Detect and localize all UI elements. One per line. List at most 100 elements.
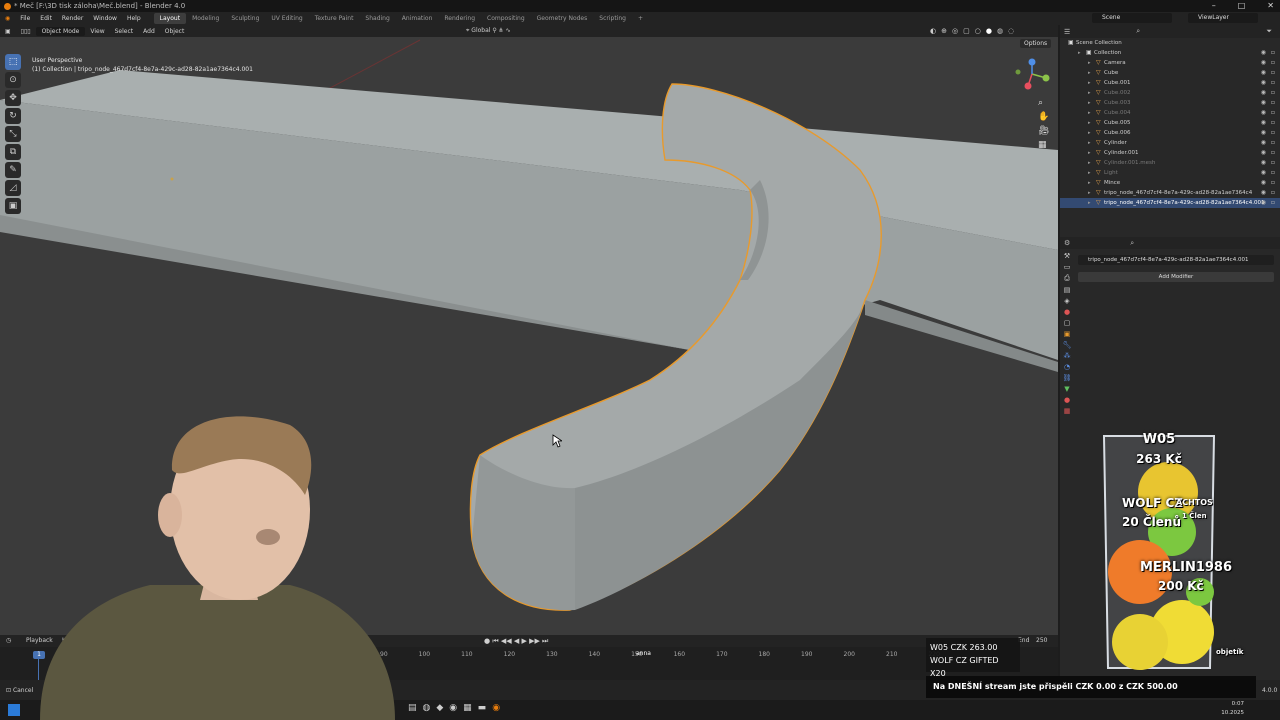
visibility-eye-icon[interactable]: ◉ bbox=[1261, 68, 1266, 78]
menu-view[interactable]: View bbox=[85, 28, 109, 35]
visibility-eye-icon[interactable]: ◉ bbox=[1261, 168, 1266, 178]
expand-arrow-icon[interactable]: ▸ bbox=[1088, 98, 1096, 108]
render-visibility-icon[interactable]: ▫ bbox=[1271, 128, 1275, 138]
transform-orientation[interactable]: ⌖ Global ⚲ ⋔ ∿ bbox=[466, 25, 511, 37]
scale-tool-icon[interactable]: ⤡ bbox=[5, 126, 21, 142]
expand-arrow-icon[interactable]: ▸ bbox=[1088, 188, 1096, 198]
outliner-item[interactable]: ▸ ▽ Mince ◉ ▫ bbox=[1060, 178, 1280, 188]
visibility-eye-icon[interactable]: ◉ bbox=[1261, 138, 1266, 148]
render-visibility-icon[interactable]: ▫ bbox=[1271, 148, 1275, 158]
select-mode-icons[interactable]: ▯▯▯ bbox=[16, 28, 36, 35]
render-visibility-icon[interactable]: ▫ bbox=[1271, 158, 1275, 168]
expand-arrow-icon[interactable]: ▸ bbox=[1088, 118, 1096, 128]
menu-add[interactable]: Add bbox=[138, 28, 160, 35]
object-tab-icon[interactable]: ▣ bbox=[1064, 330, 1071, 338]
ortho-grid-icon[interactable]: ▦ bbox=[1038, 140, 1049, 150]
expand-arrow-icon[interactable]: ▸ bbox=[1088, 58, 1096, 68]
overlay-icon[interactable]: ◎ bbox=[952, 27, 958, 35]
modifier-tab-icon[interactable]: 🔧︎ bbox=[1063, 341, 1072, 349]
filter-icon[interactable]: ⌕ bbox=[1136, 27, 1140, 36]
render-visibility-icon[interactable]: ▫ bbox=[1271, 138, 1275, 148]
expand-arrow-icon[interactable]: ▸ bbox=[1078, 48, 1086, 58]
menu-help[interactable]: Help bbox=[122, 15, 146, 22]
menu-file[interactable]: File bbox=[15, 15, 35, 22]
wireframe-shading-icon[interactable]: ○ bbox=[975, 27, 981, 35]
render-visibility-icon[interactable]: ▫ bbox=[1271, 48, 1275, 58]
material-tab-icon[interactable]: ● bbox=[1064, 396, 1070, 404]
visibility-eye-icon[interactable]: ◉ bbox=[1261, 188, 1266, 198]
app-icon[interactable]: ◍ bbox=[423, 703, 431, 713]
texture-tab-icon[interactable]: ▦ bbox=[1064, 407, 1071, 415]
zoom-icon[interactable]: ⌕ bbox=[1038, 98, 1049, 108]
constraints-tab-icon[interactable]: ⛓︎ bbox=[1063, 374, 1072, 382]
render-visibility-icon[interactable]: ▫ bbox=[1271, 58, 1275, 68]
visibility-eye-icon[interactable]: ◉ bbox=[1261, 58, 1266, 68]
add-workspace-button[interactable]: + bbox=[632, 15, 649, 22]
visibility-eye-icon[interactable]: ◉ bbox=[1261, 88, 1266, 98]
tab-texture-paint[interactable]: Texture Paint bbox=[309, 15, 360, 22]
expand-arrow-icon[interactable]: ▸ bbox=[1088, 78, 1096, 88]
outliner-item[interactable]: ▸ ▣ Collection ◉ ▫ bbox=[1060, 48, 1280, 58]
navigation-gizmo[interactable] bbox=[1010, 56, 1054, 94]
world-tab-icon[interactable]: ● bbox=[1064, 308, 1070, 316]
render-visibility-icon[interactable]: ▫ bbox=[1271, 108, 1275, 118]
scene-selector[interactable]: Scene bbox=[1092, 13, 1172, 23]
particles-tab-icon[interactable]: ⁂ bbox=[1064, 352, 1071, 360]
app-icon[interactable]: ◆ bbox=[436, 703, 443, 713]
camera-view-icon[interactable]: 🎥︎ bbox=[1038, 126, 1049, 136]
outliner-item[interactable]: ▸ ▽ Cube.006 ◉ ▫ bbox=[1060, 128, 1280, 138]
tab-uv-editing[interactable]: UV Editing bbox=[265, 15, 308, 22]
expand-arrow-icon[interactable]: ▸ bbox=[1088, 198, 1096, 208]
timeline-marker[interactable]: anna bbox=[636, 650, 651, 657]
app-icon[interactable]: ◉ bbox=[449, 703, 457, 713]
measure-tool-icon[interactable]: ◿ bbox=[5, 180, 21, 196]
outliner-root[interactable]: ▣ Scene Collection bbox=[1060, 38, 1280, 48]
scene-tab-icon[interactable]: ◈ bbox=[1064, 297, 1069, 305]
object-name-field[interactable]: tripo_node_467d7cf4-8e7a-429c-ad28-82a1a… bbox=[1078, 255, 1274, 265]
visibility-eye-icon[interactable]: ◉ bbox=[1261, 148, 1266, 158]
outliner-item[interactable]: ▸ ▽ Cube.002 ◉ ▫ bbox=[1060, 88, 1280, 98]
tool-tab-icon[interactable]: ⚒ bbox=[1064, 252, 1070, 260]
editor-type-icon[interactable]: ▣ bbox=[0, 28, 16, 35]
render-visibility-icon[interactable]: ▫ bbox=[1271, 78, 1275, 88]
move-tool-icon[interactable]: ✥ bbox=[5, 90, 21, 106]
render-visibility-icon[interactable]: ▫ bbox=[1271, 178, 1275, 188]
visibility-eye-icon[interactable]: ◉ bbox=[1261, 118, 1266, 128]
blender-task-icon[interactable]: ◉ bbox=[492, 703, 500, 713]
render-visibility-icon[interactable]: ▫ bbox=[1271, 118, 1275, 128]
collection-tab-icon[interactable]: ▢ bbox=[1064, 319, 1071, 327]
render-visibility-icon[interactable]: ▫ bbox=[1271, 68, 1275, 78]
outliner-item[interactable]: ▸ ▽ Cube.005 ◉ ▫ bbox=[1060, 118, 1280, 128]
menu-render[interactable]: Render bbox=[57, 15, 88, 22]
render-visibility-icon[interactable]: ▫ bbox=[1271, 188, 1275, 198]
properties-editor-icon[interactable]: ⚙ bbox=[1064, 239, 1070, 247]
expand-arrow-icon[interactable]: ▸ bbox=[1088, 158, 1096, 168]
output-tab-icon[interactable]: ⎙ bbox=[1064, 274, 1070, 283]
visibility-eye-icon[interactable]: ◉ bbox=[1261, 98, 1266, 108]
render-visibility-icon[interactable]: ▫ bbox=[1271, 98, 1275, 108]
outliner-item[interactable]: ▸ ▽ tripo_node_467d7cf4-8e7a-429c-ad28-82a… bbox=[1060, 188, 1280, 198]
expand-arrow-icon[interactable]: ▸ bbox=[1088, 128, 1096, 138]
tab-sculpting[interactable]: Sculpting bbox=[225, 15, 265, 22]
outliner-item[interactable]: ▸ ▽ Light ◉ ▫ bbox=[1060, 168, 1280, 178]
outliner-item[interactable]: ▸ ▽ Cylinder.001.mesh ◉ ▫ bbox=[1060, 158, 1280, 168]
play-controls[interactable]: ● ⏮ ◀◀ ◀ ▶ ▶▶ ⏭ bbox=[484, 635, 548, 647]
view-layer-tab-icon[interactable]: ▤ bbox=[1064, 286, 1071, 294]
transform-tool-icon[interactable]: ⧉ bbox=[5, 144, 21, 160]
outliner-item[interactable]: ▸ ▽ Cube.001 ◉ ▫ bbox=[1060, 78, 1280, 88]
cursor-tool-icon[interactable]: ⊙ bbox=[5, 72, 21, 88]
visibility-eye-icon[interactable]: ◉ bbox=[1261, 48, 1266, 58]
properties-search-icon[interactable]: ⌕ bbox=[1130, 239, 1134, 248]
app-icon[interactable]: ▦ bbox=[463, 703, 472, 713]
visibility-eye-icon[interactable]: ◉ bbox=[1261, 128, 1266, 138]
end-frame-value[interactable]: 250 bbox=[1036, 635, 1047, 647]
tab-modeling[interactable]: Modeling bbox=[186, 15, 225, 22]
visibility-eye-icon[interactable]: ◉ bbox=[1261, 198, 1266, 208]
pan-hand-icon[interactable]: ✋ bbox=[1038, 112, 1049, 122]
physics-tab-icon[interactable]: ◔ bbox=[1064, 363, 1070, 371]
outliner-item[interactable]: ▸ ▽ Cylinder.001 ◉ ▫ bbox=[1060, 148, 1280, 158]
filter-funnel-icon[interactable]: ⏷ bbox=[1266, 27, 1272, 36]
blender-menu-icon[interactable]: ◉ bbox=[0, 15, 15, 22]
outliner-item[interactable]: ▸ ▽ tripo_node_467d7cf4-8e7a-429c-ad28-82a… bbox=[1060, 198, 1280, 208]
minimize-button[interactable]: – bbox=[1212, 0, 1216, 12]
